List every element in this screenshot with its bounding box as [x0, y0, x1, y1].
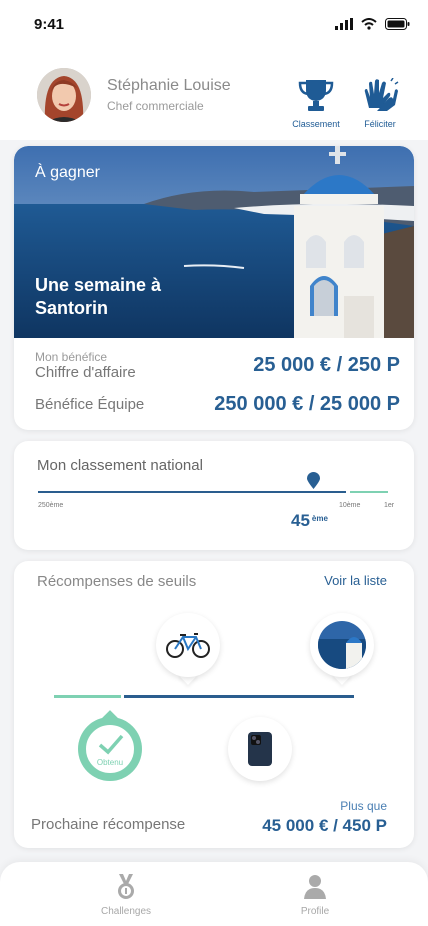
obtained-label: Obtenu: [96, 758, 124, 767]
kpi-revenue-row: Mon bénéfice Chiffre d'affaire 25 000 € …: [35, 350, 400, 381]
next-reward-value: 45 000 € / 450 P: [262, 816, 387, 835]
santorini-icon: [318, 621, 366, 669]
user-role: Chef commerciale: [107, 99, 204, 113]
tab-challenges[interactable]: Challenges: [86, 874, 166, 917]
ranking-label: Classement: [292, 119, 340, 129]
medal-icon: [118, 874, 134, 899]
trophy-icon: [298, 80, 334, 111]
prize-tag: À gagner: [35, 164, 100, 181]
ranking-tick-first: 1er: [384, 502, 395, 509]
status-icons: [335, 18, 410, 30]
ranking-title: Mon classement national: [37, 457, 203, 474]
tab-profile-label: Profile: [300, 906, 330, 917]
ranking-button[interactable]: Classement: [287, 78, 345, 129]
battery-icon: [385, 18, 410, 30]
tab-challenges-label: Challenges: [100, 906, 152, 917]
rewards-card: Récompenses de seuils Voir la liste Obte…: [14, 561, 414, 848]
reward-santorini-trip[interactable]: [310, 613, 374, 677]
location-pin-icon: [307, 472, 320, 489]
kpi-team-label: Bénéfice Équipe: [35, 396, 145, 413]
congratulate-button[interactable]: Féliciter: [351, 77, 409, 129]
ranking-track: [38, 491, 346, 493]
check-icon: [98, 734, 124, 755]
ranking-tick-10: 10ème: [339, 502, 361, 509]
kpi-profit-label: Mon bénéfice: [35, 350, 108, 364]
signal-icon: [335, 18, 353, 30]
congratulate-label: Féliciter: [364, 119, 396, 129]
status-time: 9:41: [34, 16, 65, 33]
ranking-track-top: [350, 491, 388, 493]
reward-track-done: [54, 695, 121, 698]
rewards-title: Récompenses de seuils: [37, 573, 197, 590]
phone-icon: [248, 732, 272, 766]
ranking-tick-start: 250ème: [38, 502, 64, 509]
prize-title: Une semaine à Santorin: [35, 275, 162, 318]
reward-obtained[interactable]: Obtenu: [78, 717, 142, 781]
reward-track-remaining: [124, 695, 354, 698]
reward-phone[interactable]: [228, 717, 292, 781]
user-icon: [304, 875, 326, 899]
reward-bicycle[interactable]: [156, 613, 220, 677]
tab-profile[interactable]: Profile: [275, 874, 355, 917]
status-bar: 9:41: [0, 0, 428, 50]
next-reward-label: Prochaine récompense: [31, 816, 186, 833]
kpi-revenue-value: 25 000 € / 250 P: [253, 354, 400, 376]
kpi-team-value: 250 000 € / 25 000 P: [214, 393, 400, 415]
profile-header: Stéphanie Louise Chef commerciale Classe…: [0, 50, 428, 140]
see-list-link[interactable]: Voir la liste: [324, 573, 387, 588]
avatar[interactable]: [37, 68, 91, 122]
ranking-card[interactable]: Mon classement national 250ème 10ème 1er…: [14, 441, 414, 550]
prize-card[interactable]: À gagner Une semaine à Santorin Mon béné…: [14, 146, 414, 430]
kpi-team-row: Bénéfice Équipe 250 000 € / 25 000 P: [35, 393, 400, 416]
tab-bar: Challenges Profile: [0, 862, 428, 926]
kpi-revenue-label: Chiffre d'affaire: [35, 364, 136, 381]
next-reward-more: Plus que: [340, 799, 387, 813]
user-name: Stéphanie Louise: [107, 77, 231, 94]
wifi-icon: [361, 18, 377, 30]
clap-icon: [364, 77, 399, 111]
ranking-position: 45 ème: [291, 511, 328, 530]
bicycle-icon: [166, 633, 210, 658]
